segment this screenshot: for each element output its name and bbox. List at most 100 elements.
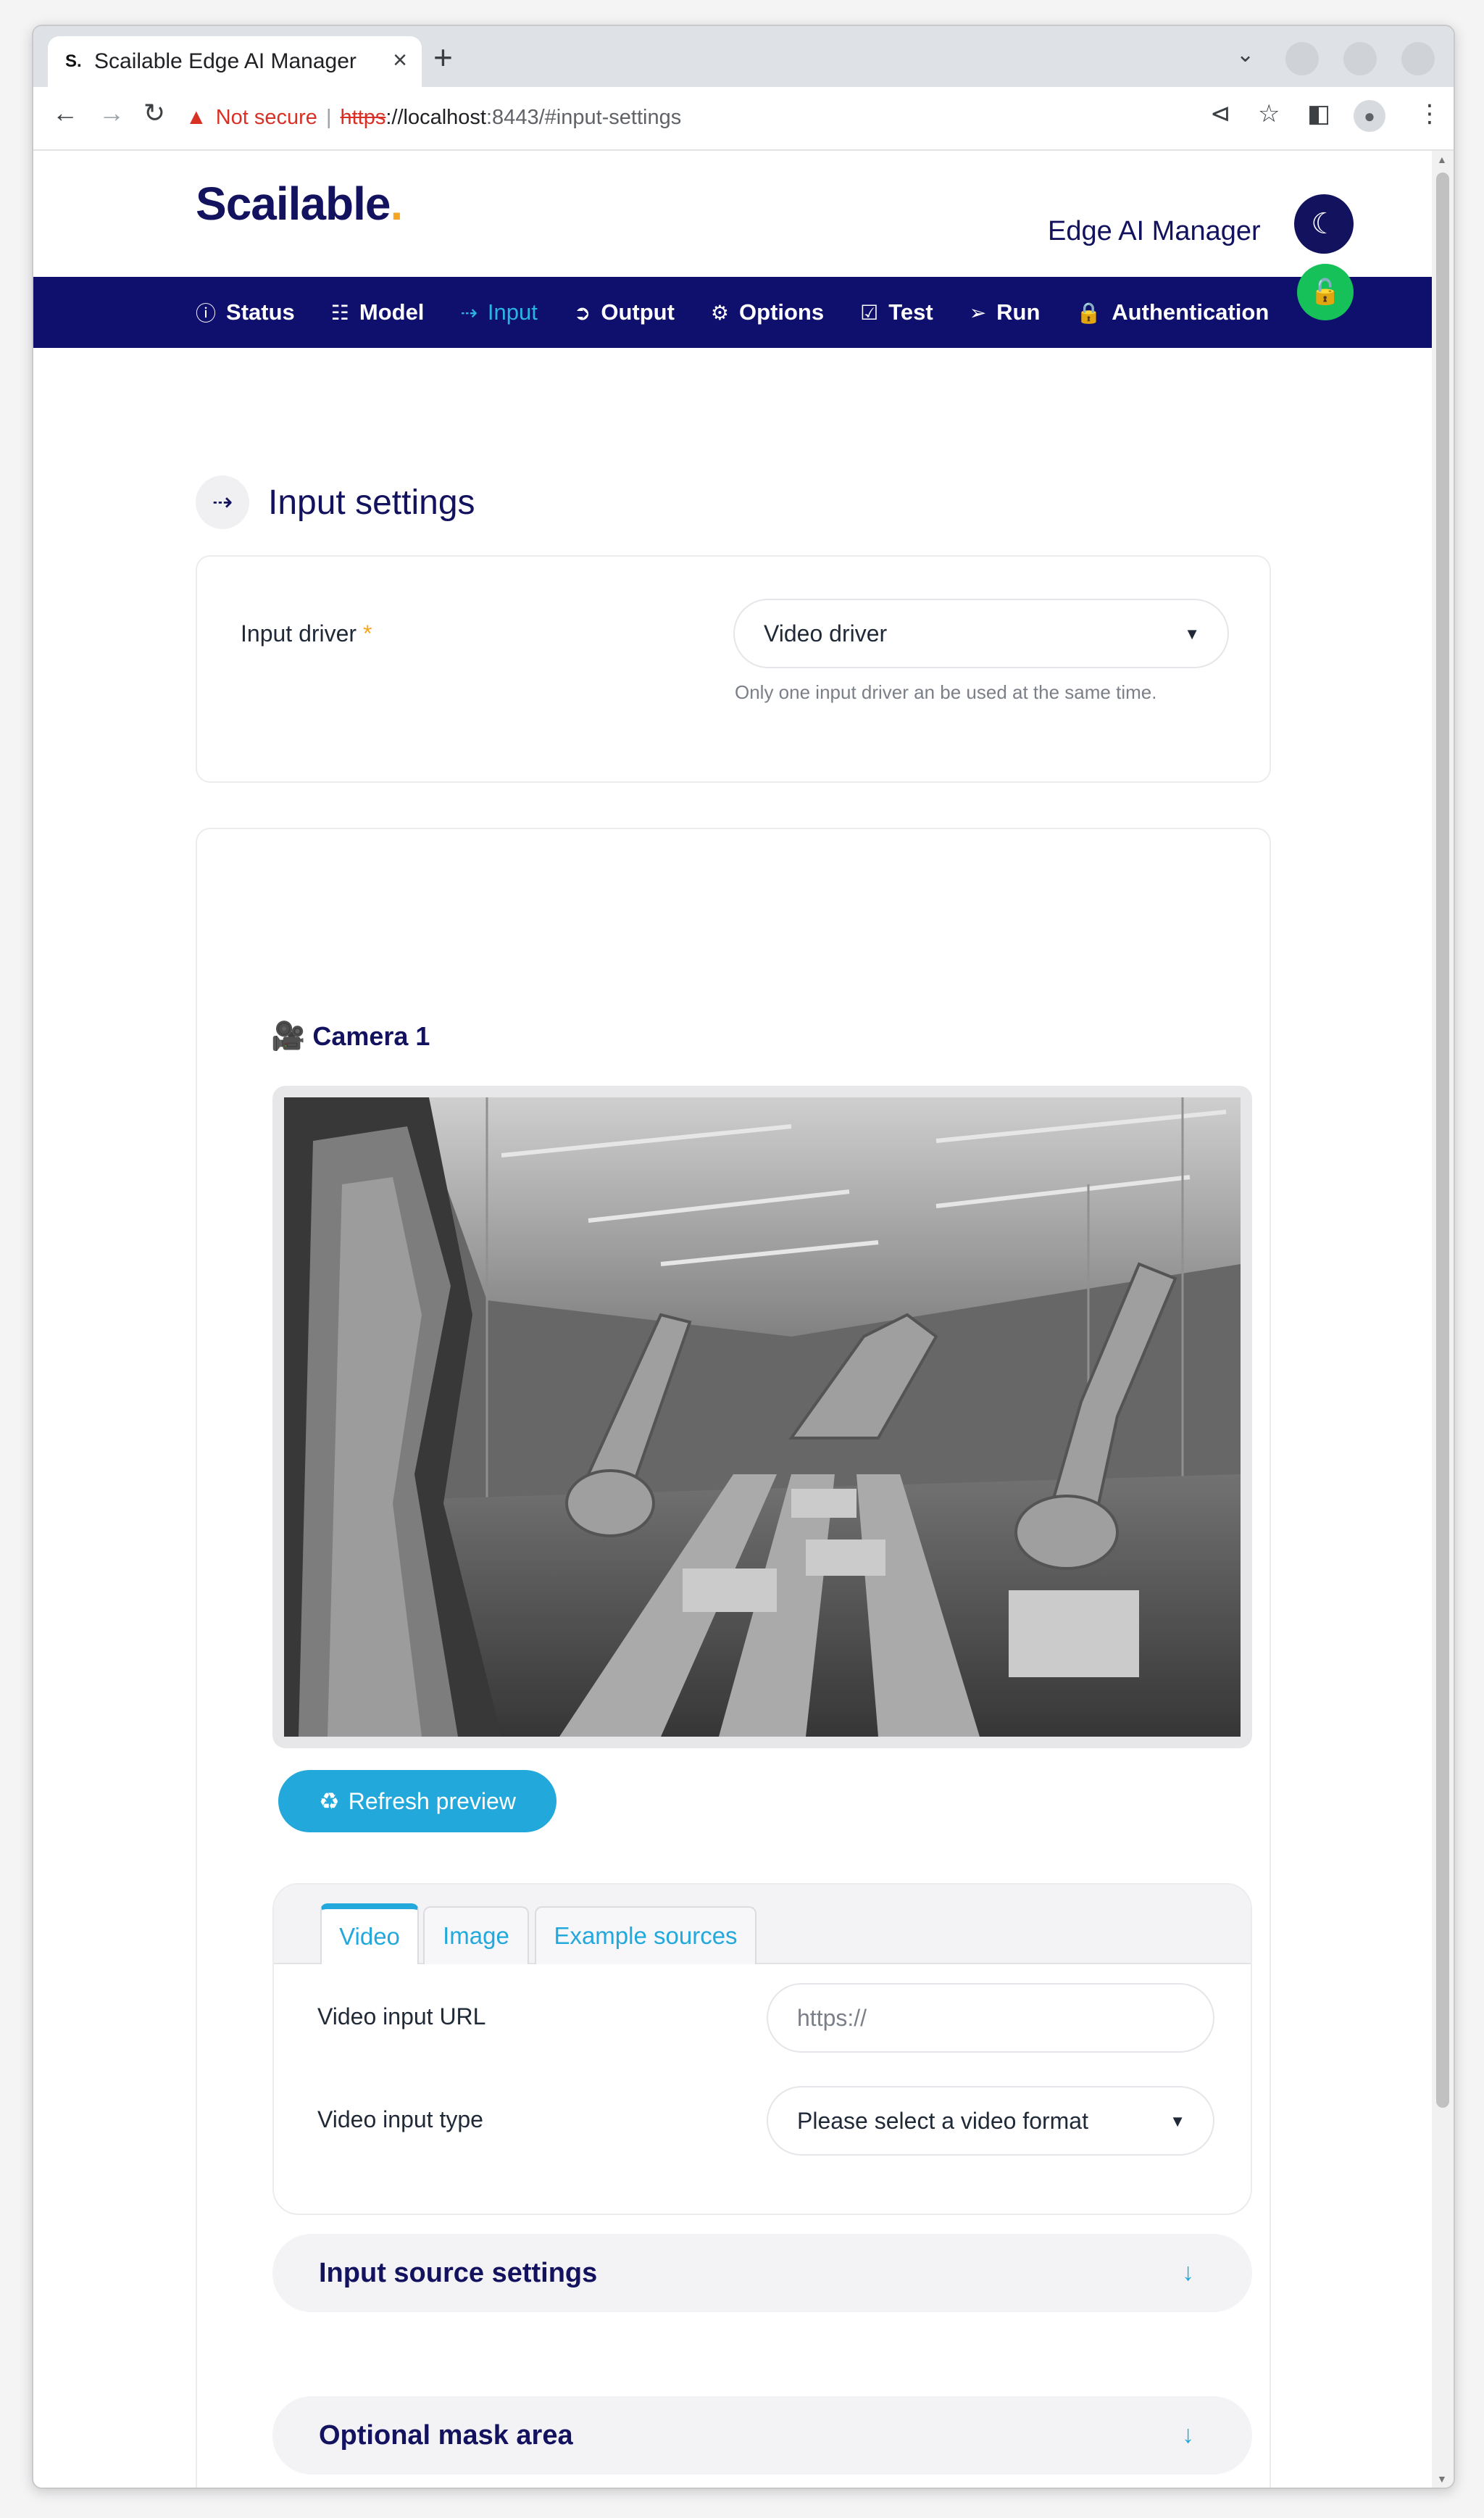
- lock-button[interactable]: 🔓: [1297, 264, 1354, 320]
- tab-video[interactable]: Video: [320, 1903, 419, 1964]
- forward-icon[interactable]: →: [99, 100, 125, 126]
- warning-icon: ▲: [186, 105, 207, 129]
- accordion-title: Optional mask area: [319, 2419, 573, 2451]
- nav-label: Run: [996, 299, 1041, 325]
- arrow-down-icon: ↓: [1182, 2259, 1194, 2286]
- caret-down-icon: ▼: [1184, 625, 1200, 643]
- logo[interactable]: Scailable.: [196, 177, 404, 230]
- browser-toolbar: ← → ↻ ▲ Not secure | https ://localhost …: [33, 87, 1454, 151]
- close-window-button[interactable]: [1401, 42, 1435, 75]
- url-scheme: https: [340, 105, 386, 129]
- camera-preview-image: [284, 1097, 1241, 1737]
- page-content: Scailable. Edge AI Manager ☾ 🔓 ⓘ Status ☷…: [33, 151, 1432, 2488]
- login-icon: ⇢: [460, 301, 478, 324]
- refresh-label: Refresh preview: [348, 1787, 516, 1814]
- nav-label: Model: [359, 299, 425, 325]
- video-url-input[interactable]: [767, 1983, 1214, 2053]
- url-host: ://localhost: [385, 105, 486, 129]
- nav-item-options[interactable]: ⚙ Options: [711, 299, 824, 325]
- input-driver-hint: Only one input driver an be used at the …: [735, 681, 1157, 703]
- nav-label: Output: [601, 299, 675, 325]
- video-type-select[interactable]: Please select a video format ▼: [767, 2086, 1214, 2156]
- side-panel-icon[interactable]: ◧: [1307, 101, 1330, 126]
- login-icon: ⇢: [196, 475, 249, 529]
- preview-frame: [272, 1086, 1252, 1748]
- video-type-label: Video input type: [317, 2106, 483, 2132]
- scroll-up-icon[interactable]: ▲: [1437, 154, 1447, 165]
- input-driver-label: Input driver *: [241, 620, 372, 647]
- gear-icon: ⚙: [710, 301, 730, 324]
- arrow-circle-icon: ➢: [969, 301, 987, 324]
- new-tab-button[interactable]: +: [433, 41, 453, 74]
- app-title: Edge AI Manager: [1048, 216, 1261, 246]
- tab-title: Scailable Edge AI Manager: [94, 49, 357, 73]
- camera-title: 🎥 Camera 1: [271, 1021, 430, 1052]
- tab-image[interactable]: Image: [423, 1906, 529, 1964]
- nav-item-test[interactable]: ☑ Test: [860, 299, 933, 325]
- input-driver-select[interactable]: Video driver ▼: [733, 599, 1229, 668]
- page-title: Input settings: [268, 483, 475, 522]
- lock-icon: 🔒: [1076, 301, 1102, 324]
- refresh-preview-button[interactable]: ♻ Refresh preview: [278, 1770, 556, 1832]
- nav-item-model[interactable]: ☷ Model: [331, 299, 425, 325]
- back-icon[interactable]: ←: [52, 100, 78, 126]
- nav-item-input[interactable]: ⇢ Input: [460, 299, 537, 325]
- browser-tab[interactable]: S. Scailable Edge AI Manager ×: [48, 36, 422, 87]
- reload-icon[interactable]: ↻: [143, 100, 165, 126]
- tab-example-sources[interactable]: Example sources: [535, 1906, 756, 1964]
- logo-dot: .: [390, 178, 404, 230]
- info-icon: ⓘ: [196, 302, 217, 325]
- minimize-button[interactable]: [1285, 42, 1319, 75]
- video-url-label: Video input URL: [317, 2003, 486, 2029]
- star-icon[interactable]: ☆: [1258, 101, 1280, 126]
- required-mark: *: [362, 620, 372, 647]
- nav-item-output[interactable]: ➲ Output: [574, 299, 675, 325]
- arrow-down-icon: ↓: [1182, 2421, 1194, 2448]
- dark-mode-toggle[interactable]: ☾: [1294, 194, 1354, 254]
- tab-bar: Video Image Example sources: [274, 1885, 1251, 1964]
- caret-down-icon: ▼: [1170, 2112, 1185, 2130]
- favicon-icon: S.: [65, 51, 82, 71]
- chevron-down-icon[interactable]: ⌄: [1236, 42, 1254, 67]
- nav-label: Authentication: [1112, 299, 1270, 325]
- accordion-input-source-settings[interactable]: Input source settings ↓: [272, 2234, 1252, 2312]
- tab-strip: S. Scailable Edge AI Manager × + ⌄: [33, 26, 1454, 87]
- main-nav: ⓘ Status ☷ Model ⇢ Input ➲ Output ⚙ Options ☑…: [33, 277, 1432, 348]
- lock-icon: 🔓: [1309, 278, 1341, 306]
- nav-label: Status: [226, 299, 295, 325]
- accordion-optional-mask-area[interactable]: Optional mask area ↓: [272, 2396, 1252, 2475]
- scrollbar-thumb[interactable]: [1436, 173, 1449, 2108]
- nav-item-authentication[interactable]: 🔒 Authentication: [1076, 299, 1269, 325]
- factory-scene: [284, 1097, 1241, 1737]
- input-driver-card: Input driver * Video driver ▼ Only one i…: [196, 555, 1271, 783]
- profile-avatar[interactable]: ●: [1354, 100, 1385, 132]
- recycle-icon: ♻: [319, 1788, 340, 1814]
- logo-text: Scailable: [196, 178, 391, 230]
- divider: |: [325, 105, 332, 129]
- page-scrollbar[interactable]: ▲ ▼: [1432, 151, 1454, 2488]
- not-secure-label: Not secure: [215, 105, 317, 129]
- logout-icon: ➲: [573, 301, 591, 324]
- url-path: :8443/#input-settings: [486, 105, 682, 129]
- share-icon[interactable]: ⊲: [1210, 101, 1231, 126]
- label-text: Input driver: [241, 620, 357, 647]
- menu-icon[interactable]: ⋮: [1417, 101, 1442, 126]
- video-camera-icon: 🎥: [271, 1021, 306, 1052]
- section-header: ⇢ Input settings: [196, 475, 475, 529]
- source-tabs-card: Video Image Example sources Video input …: [272, 1883, 1252, 2215]
- select-value: Please select a video format: [797, 2107, 1088, 2134]
- moon-icon: ☾: [1311, 208, 1337, 240]
- nav-label: Options: [739, 299, 825, 325]
- select-value: Video driver: [764, 620, 888, 647]
- scroll-down-icon[interactable]: ▼: [1437, 2473, 1447, 2485]
- address-bar[interactable]: ▲ Not secure | https ://localhost :8443/…: [186, 96, 1243, 139]
- checkbox-icon: ☑: [860, 301, 879, 324]
- sitemap-icon: ☷: [330, 301, 349, 324]
- close-icon[interactable]: ×: [393, 46, 407, 75]
- app-header: Scailable. Edge AI Manager ☾: [33, 151, 1432, 277]
- accordion-title: Input source settings: [319, 2257, 598, 2288]
- nav-item-run[interactable]: ➢ Run: [970, 299, 1041, 325]
- maximize-button[interactable]: [1343, 42, 1377, 75]
- nav-item-status[interactable]: ⓘ Status: [196, 298, 295, 327]
- nav-label: Input: [487, 299, 538, 325]
